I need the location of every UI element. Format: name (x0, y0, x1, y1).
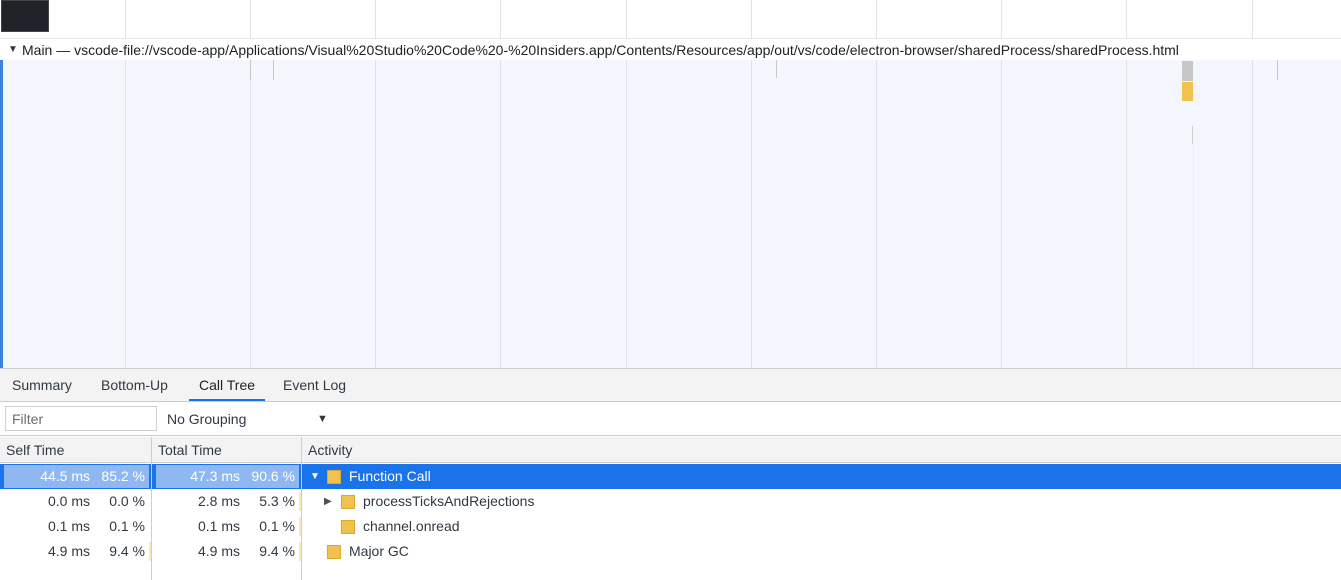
self-time-percent: 9.4 % (109, 543, 145, 559)
activity-name: processTicksAndRejections (363, 493, 535, 509)
total-time-cell: 4.9 ms 9.4 % (152, 539, 301, 564)
self-time-cell: 4.9 ms 9.4 % (0, 539, 151, 564)
category-color-swatch (327, 470, 341, 484)
event-marker (1192, 126, 1193, 144)
total-time-percent: 5.3 % (259, 493, 295, 509)
overview-gridline (626, 0, 627, 38)
flame-gridline (1252, 60, 1253, 368)
total-time-percent: 90.6 % (251, 468, 295, 484)
dropdown-arrow-icon[interactable]: ▼ (317, 406, 328, 432)
details-panel: Summary Bottom-Up Call Tree Event Log No… (0, 368, 1341, 580)
overview-gridline (876, 0, 877, 38)
flame-gridline (250, 60, 251, 368)
flame-gridline (500, 60, 501, 368)
details-tabs: Summary Bottom-Up Call Tree Event Log (0, 369, 1341, 402)
self-time-cell: 0.1 ms 0.1 % (0, 514, 151, 539)
event-marker[interactable] (273, 60, 274, 80)
table-row[interactable]: 4.9 ms 9.4 % 4.9 ms 9.4 % Major GC (0, 539, 1341, 564)
overview-gridline (1126, 0, 1127, 38)
self-time-percent: 85.2 % (101, 468, 145, 484)
event-marker[interactable] (1277, 60, 1278, 80)
call-tree-table: Self Time Total Time Activity 44.5 ms 85.… (0, 437, 1341, 580)
tab-summary[interactable]: Summary (10, 369, 74, 401)
column-divider[interactable] (151, 437, 152, 580)
grouping-select[interactable]: No Grouping (167, 406, 332, 432)
self-time-ms: 0.1 ms (47, 518, 90, 534)
expanded-triangle-icon[interactable]: ▼ (310, 464, 320, 489)
total-time-ms: 2.8 ms (197, 493, 240, 509)
total-time-cell: 2.8 ms 5.3 % (152, 489, 301, 514)
screenshot-thumbnail[interactable] (1, 0, 49, 32)
category-color-swatch (327, 545, 341, 559)
table-row[interactable]: 0.0 ms 0.0 % 2.8 ms 5.3 % ▶ processTicksAndRe… (0, 489, 1341, 514)
timeline-overview[interactable] (0, 0, 1341, 38)
total-time-ms: 4.9 ms (197, 543, 240, 559)
tab-event-log[interactable]: Event Log (281, 369, 348, 401)
total-time-cell: 0.1 ms 0.1 % (152, 514, 301, 539)
overview-gridline (751, 0, 752, 38)
table-header: Self Time Total Time Activity (0, 437, 1341, 463)
overview-gridline (125, 0, 126, 38)
main-track-header[interactable]: ▼ Main — vscode-file://vscode-app/Applic… (0, 38, 1341, 60)
overview-gridline (1001, 0, 1002, 38)
self-time-cell: 0.0 ms 0.0 % (0, 489, 151, 514)
category-color-swatch (341, 520, 355, 534)
column-header-total-time[interactable]: Total Time (152, 437, 301, 463)
self-time-ms: 44.5 ms (40, 468, 90, 484)
event-marker[interactable] (776, 60, 777, 78)
flame-gridline (1126, 60, 1127, 368)
self-time-cell: 44.5 ms 85.2 % (0, 464, 151, 489)
tab-call-tree[interactable]: Call Tree (189, 369, 266, 401)
event-marker (1193, 144, 1194, 368)
overview-gridline (375, 0, 376, 38)
overview-gridline (1252, 0, 1253, 38)
collapse-triangle-icon[interactable]: ▼ (8, 44, 18, 55)
flame-gridline (375, 60, 376, 368)
function-call-block[interactable] (1182, 82, 1193, 101)
flame-gridline (626, 60, 627, 368)
flame-gridline (125, 60, 126, 368)
total-time-percent: 9.4 % (259, 543, 295, 559)
flame-chart[interactable]: ▼ Main — vscode-file://vscode-app/Applic… (0, 38, 1341, 368)
activity-name: channel.onread (363, 518, 460, 534)
self-time-percent: 0.1 % (109, 518, 145, 534)
total-time-ms: 47.3 ms (190, 468, 240, 484)
table-row[interactable]: 0.1 ms 0.1 % 0.1 ms 0.1 % channel.onread (0, 514, 1341, 539)
activity-name: Function Call (349, 468, 431, 484)
main-track-title: Main — vscode-file://vscode-app/Applicat… (22, 42, 1179, 58)
self-time-ms: 4.9 ms (47, 543, 90, 559)
activity-name: Major GC (349, 543, 409, 559)
event-marker[interactable] (250, 60, 251, 80)
tab-bottom-up[interactable]: Bottom-Up (99, 369, 170, 401)
column-header-self-time[interactable]: Self Time (0, 437, 151, 463)
self-time-percent: 0.0 % (109, 493, 145, 509)
overview-gridline (500, 0, 501, 38)
total-time-ms: 0.1 ms (197, 518, 240, 534)
total-time-percent: 0.1 % (259, 518, 295, 534)
collapsed-triangle-icon[interactable]: ▶ (324, 489, 332, 514)
flame-gridline (751, 60, 752, 368)
flame-gridline (1001, 60, 1002, 368)
category-color-swatch (341, 495, 355, 509)
column-header-activity[interactable]: Activity (302, 437, 602, 463)
column-divider[interactable] (301, 437, 302, 580)
call-tree-toolbar: No Grouping ▼ (0, 402, 1341, 436)
overview-gridline (250, 0, 251, 38)
self-time-ms: 0.0 ms (47, 493, 90, 509)
flame-gridline (876, 60, 877, 368)
table-row[interactable]: 44.5 ms 85.2 % 47.3 ms 90.6 % ▼ Function Call (0, 464, 1341, 489)
total-time-cell: 47.3 ms 90.6 % (152, 464, 301, 489)
task-block[interactable] (1182, 61, 1193, 81)
filter-input[interactable] (5, 406, 157, 431)
